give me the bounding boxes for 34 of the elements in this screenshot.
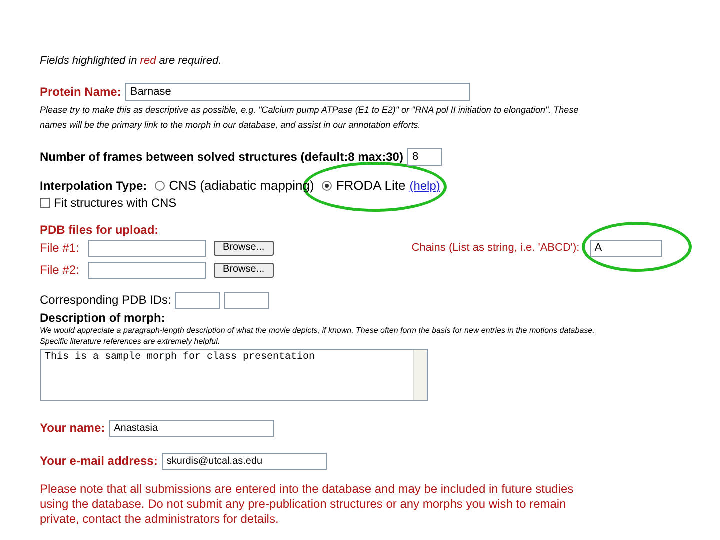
description-textarea[interactable]: This is a sample morph for class presentation: [40, 349, 428, 401]
field-label: Number of frames between solved structures (default:8 max:30): [40, 149, 404, 166]
file-path-field[interactable]: [88, 240, 206, 256]
checkbox-label: Fit structures with CNS: [54, 195, 177, 212]
option-label: FRODA Lite: [336, 177, 406, 196]
field-label: Protein Name:: [40, 84, 122, 101]
frames-field[interactable]: 8: [407, 148, 442, 166]
field-label: Chains (List as string, i.e. 'ABCD'):: [412, 240, 580, 256]
browse-button[interactable]: Browse...: [214, 262, 274, 278]
field-label: Your name:: [40, 420, 106, 437]
browse-button[interactable]: Browse...: [214, 240, 274, 256]
radio-button[interactable]: [322, 181, 332, 191]
help-link[interactable]: (help): [410, 177, 440, 195]
field-label: File #1:: [40, 240, 80, 257]
field-label: Interpolation Type:: [40, 178, 148, 195]
field-label: File #2:: [40, 262, 80, 279]
field-label: Corresponding PDB IDs:: [40, 292, 172, 309]
footer-note: Please note that all submissions are entered into the database and may be included in future studies using the database. Do not submit any pre-publication structures or any morphs you wish to remain private, contact the administrators for details.: [40, 482, 575, 527]
field-label: Description of morph:: [40, 310, 166, 325]
pdb-id-field[interactable]: [224, 292, 270, 308]
file-path-field[interactable]: [88, 262, 206, 278]
required-note: Fields highlighted in red are required.: [40, 54, 223, 69]
email-field[interactable]: skurdis@utcal.as.edu: [162, 452, 327, 470]
radio-button[interactable]: [155, 181, 166, 191]
pdb-id-field[interactable]: [175, 292, 220, 308]
chains-field[interactable]: A: [590, 240, 662, 256]
section-heading: PDB files for upload:: [40, 222, 160, 237]
hint-text: Please try to make this as descriptive as possible, e.g. "Calcium pump ATPase (E1 to E2)" or "RNA pol II initiation to elongation". These names will be the primary link to the morph in our database, and assist in our annotation efforts.: [40, 104, 580, 132]
hint-text: We would appreciate a paragraph-length description of what the movie depicts, if known. These often form the basis for new entries in the motions database. Specific literature references are extremely helpful.: [40, 325, 596, 347]
checkbox[interactable]: [40, 198, 50, 208]
name-field[interactable]: Anastasia: [109, 420, 274, 436]
scrollbar[interactable]: [413, 350, 427, 400]
protein-name-field[interactable]: Barnase: [125, 83, 470, 101]
field-label: Your e-mail address:: [40, 453, 158, 470]
